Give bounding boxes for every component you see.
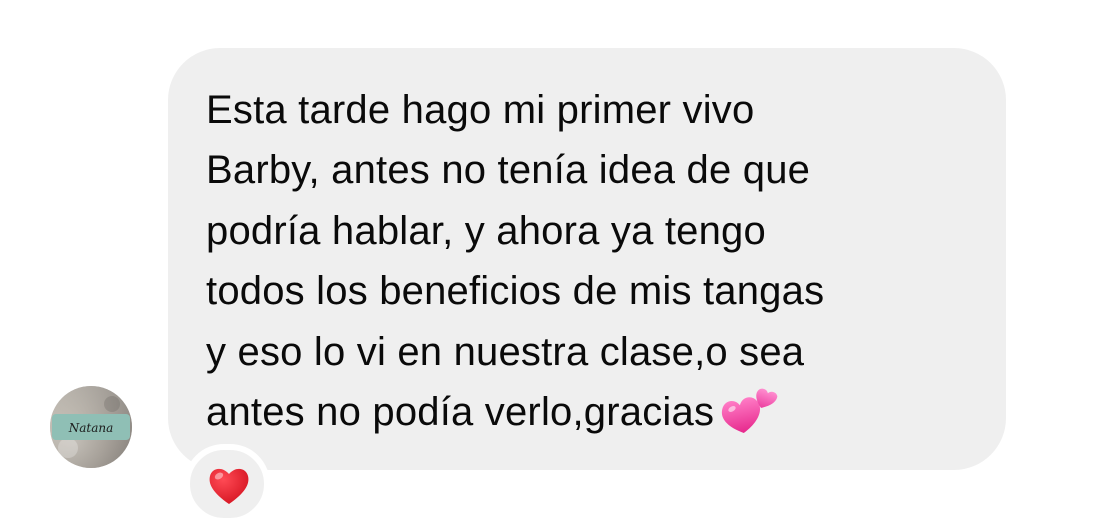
- message-line-last: antes no podía verlo,gracias: [206, 382, 996, 442]
- reaction-badge[interactable]: [184, 444, 270, 524]
- message-text: Esta tarde hago mi primer vivo Barby, an…: [206, 80, 996, 442]
- two-hearts-icon: [720, 388, 778, 437]
- message-line: antes no podía verlo,gracias: [206, 390, 715, 435]
- svg-text:Natana: Natana: [68, 421, 114, 435]
- message-line: Barby, antes no tenía idea de que: [206, 148, 811, 193]
- message-line: todos los beneficios de mis tangas: [206, 269, 825, 314]
- message-line: Esta tarde hago mi primer vivo: [206, 88, 755, 132]
- message-line: y eso lo vi en nuestra clase,o sea: [206, 329, 805, 374]
- message-line: podría hablar, y ahora ya tengo: [206, 208, 766, 253]
- avatar[interactable]: Natana: [50, 386, 132, 468]
